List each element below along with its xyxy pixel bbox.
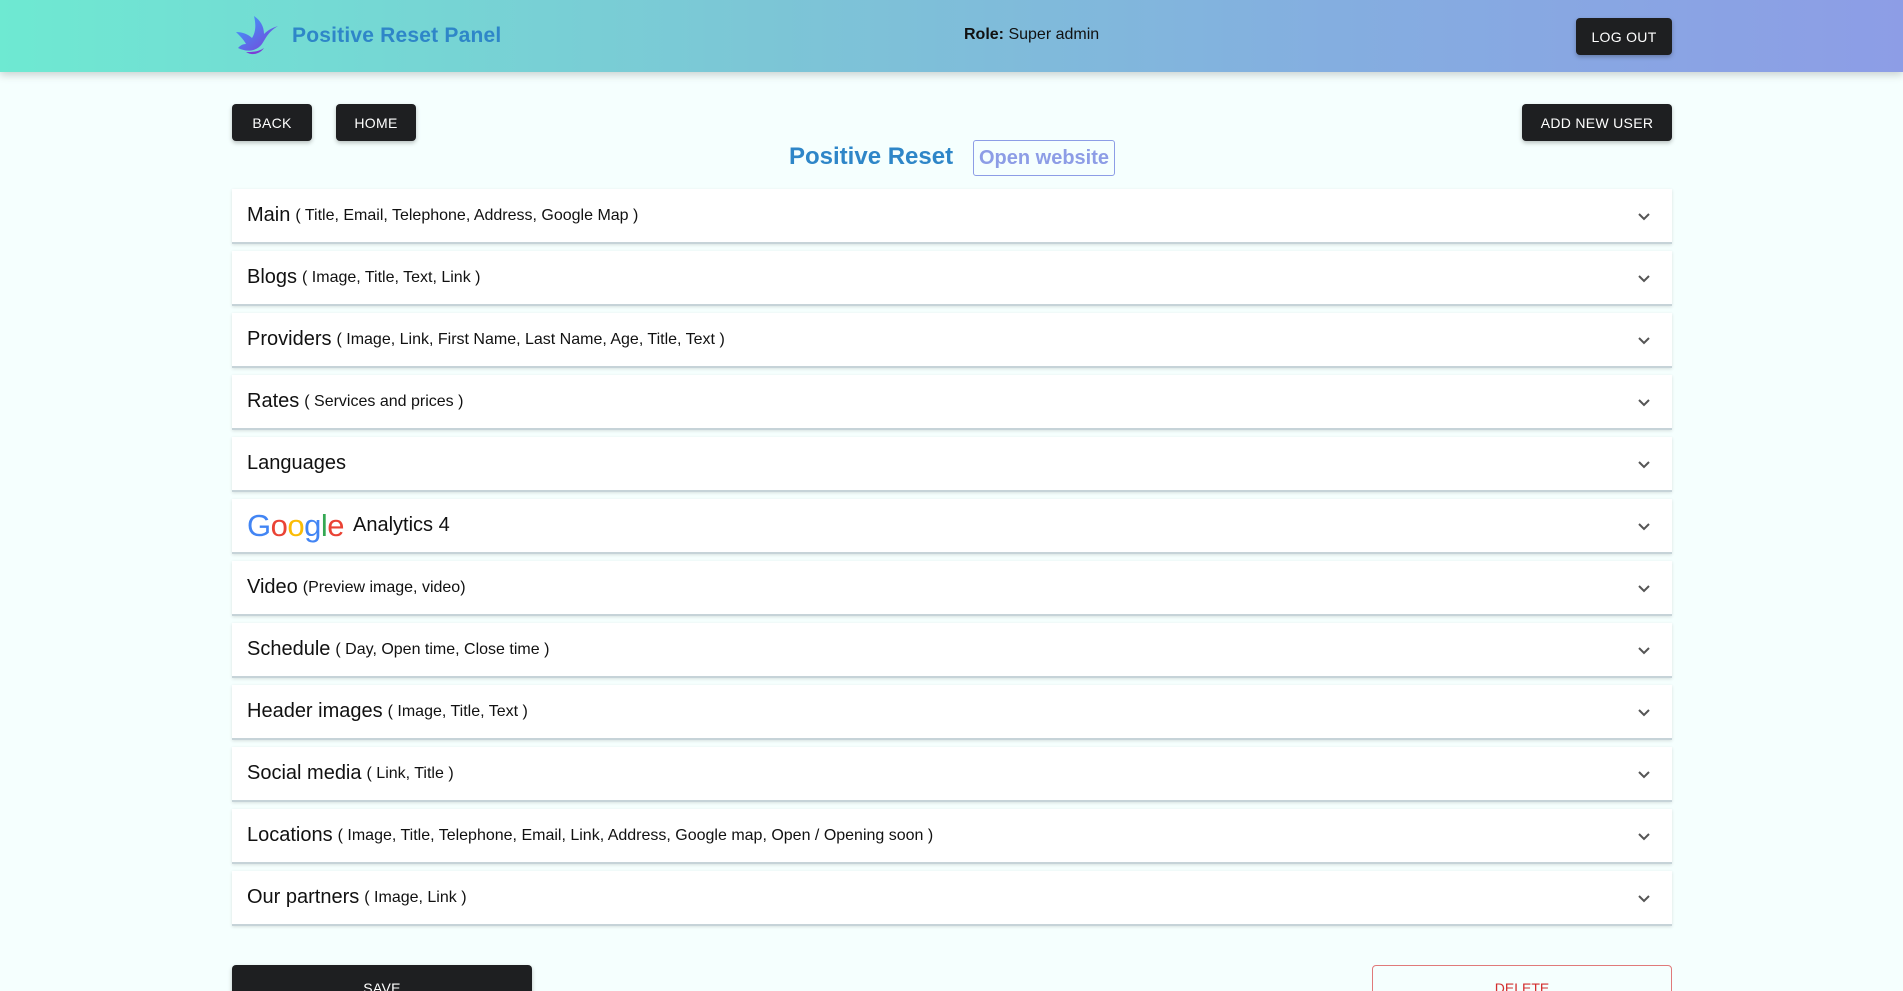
section-schedule[interactable]: Schedule ( Day, Open time, Close time ) (232, 623, 1672, 678)
role-value: Super admin (1008, 26, 1100, 43)
chevron-down-icon[interactable] (1636, 828, 1652, 844)
section-subtitle: ( Services and prices ) (304, 392, 464, 410)
section-subtitle: ( Title, Email, Telephone, Address, Goog… (295, 206, 639, 224)
chevron-down-icon[interactable] (1636, 270, 1652, 286)
chevron-down-icon[interactable] (1636, 208, 1652, 224)
section-subtitle: (Preview image, video) (302, 578, 466, 596)
section-subtitle: ( Image, Title, Telephone, Email, Link, … (337, 826, 934, 844)
delete-button[interactable]: DELETE (1372, 965, 1672, 991)
chevron-down-icon[interactable] (1636, 456, 1652, 472)
sections-accordion: Main ( Title, Email, Telephone, Address,… (232, 189, 1672, 933)
section-title: Video (247, 576, 298, 598)
open-website-button[interactable]: Open website (973, 140, 1115, 176)
section-title: Social media (247, 762, 362, 784)
section-title: Analytics 4 (353, 514, 450, 536)
role-label: Role: (964, 26, 1004, 43)
section-social-media[interactable]: Social media ( Link, Title ) (232, 747, 1672, 802)
section-title: Main (247, 204, 291, 226)
section-subtitle: ( Image, Title, Text ) (387, 702, 528, 720)
chevron-down-icon[interactable] (1636, 580, 1652, 596)
chevron-down-icon[interactable] (1636, 332, 1652, 348)
chevron-down-icon[interactable] (1636, 766, 1652, 782)
bird-logo-icon (236, 16, 278, 55)
section-languages[interactable]: Languages (232, 437, 1672, 492)
section-title: Schedule (247, 638, 331, 660)
brand[interactable]: Positive Reset Panel (232, 14, 501, 58)
section-video[interactable]: Video (Preview image, video) (232, 561, 1672, 616)
section-our-partners[interactable]: Our partners ( Image, Link ) (232, 871, 1672, 926)
save-button[interactable]: SAVE (232, 965, 532, 991)
section-main[interactable]: Main ( Title, Email, Telephone, Address,… (232, 189, 1672, 244)
section-subtitle: ( Image, Link, First Name, Last Name, Ag… (336, 330, 725, 348)
section-rates[interactable]: Rates ( Services and prices ) (232, 375, 1672, 430)
section-title: Locations (247, 824, 333, 846)
section-subtitle: ( Link, Title ) (366, 764, 454, 782)
back-button[interactable]: BACK (232, 104, 312, 141)
section-blogs[interactable]: Blogs ( Image, Title, Text, Link ) (232, 251, 1672, 306)
brand-title: Positive Reset Panel (292, 24, 502, 47)
section-title: Header images (247, 700, 383, 722)
add-new-user-button[interactable]: ADD NEW USER (1522, 104, 1672, 141)
section-title: Languages (247, 452, 346, 474)
section-header-images[interactable]: Header images ( Image, Title, Text ) (232, 685, 1672, 740)
section-title: Rates (247, 390, 300, 412)
chevron-down-icon[interactable] (1636, 704, 1652, 720)
section-subtitle: ( Day, Open time, Close time ) (335, 640, 550, 658)
section-locations[interactable]: Locations ( Image, Title, Telephone, Ema… (232, 809, 1672, 864)
role-indicator: Role: Super admin (964, 26, 1099, 44)
chevron-down-icon[interactable] (1636, 394, 1652, 410)
google-logo-icon: Google (247, 508, 345, 543)
section-title: Providers (247, 328, 332, 350)
section-analytics[interactable]: Google Analytics 4 (232, 499, 1672, 554)
top-app-bar: Positive Reset Panel Role: Super admin L… (0, 0, 1903, 72)
chevron-down-icon[interactable] (1636, 518, 1652, 534)
chevron-down-icon[interactable] (1636, 642, 1652, 658)
section-subtitle: ( Image, Title, Text, Link ) (302, 268, 481, 286)
section-title: Our partners (247, 886, 360, 908)
site-title: Positive Reset (789, 143, 954, 170)
logout-button[interactable]: LOG OUT (1576, 18, 1672, 55)
section-subtitle: ( Image, Link ) (364, 888, 467, 906)
section-title: Blogs (247, 266, 298, 288)
home-button[interactable]: HOME (336, 104, 416, 141)
chevron-down-icon[interactable] (1636, 890, 1652, 906)
section-providers[interactable]: Providers ( Image, Link, First Name, Las… (232, 313, 1672, 368)
